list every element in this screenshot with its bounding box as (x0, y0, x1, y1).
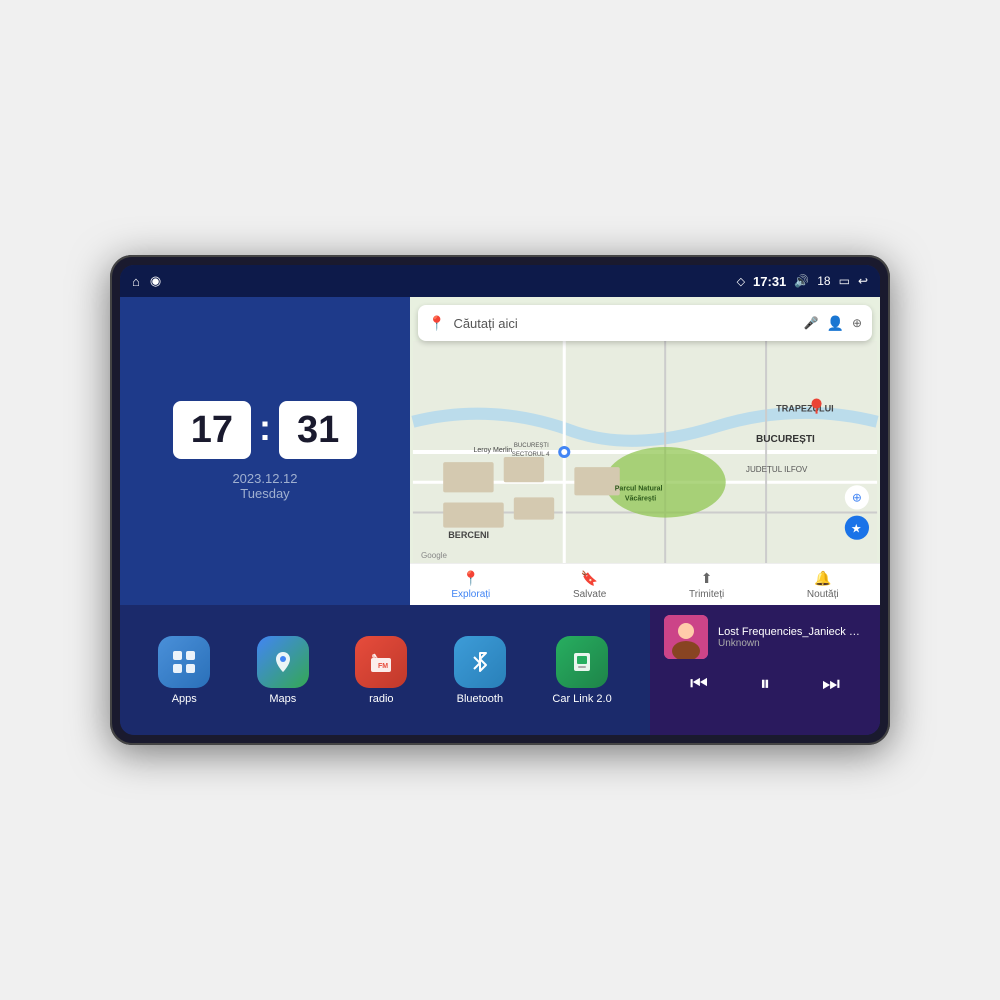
layers-icon[interactable]: ⊕ (852, 316, 862, 330)
map-body[interactable]: TRAPEZULUI BUCUREȘTI JUDEȚUL ILFOV BERCE… (410, 341, 880, 563)
maps-nav-icon[interactable]: ◉ (150, 273, 161, 289)
next-button[interactable]: ⏭ (814, 671, 848, 698)
bottom-section: Apps Maps (120, 605, 880, 735)
radio-icon-bg: FM (355, 636, 407, 688)
bluetooth-label: Bluetooth (457, 693, 503, 705)
map-search-icons: 🎤 👤 ⊕ (804, 315, 862, 332)
prev-button[interactable]: ⏮ (682, 671, 716, 698)
svg-text:Văcărești: Văcărești (625, 495, 656, 502)
clock-minute: 31 (279, 401, 357, 459)
radio-label: radio (369, 693, 393, 705)
map-panel[interactable]: 📍 Căutați aici 🎤 👤 ⊕ (410, 297, 880, 605)
explore-icon: 📍 (462, 570, 479, 587)
music-panel: Lost Frequencies_Janieck Devy-... Unknow… (650, 605, 880, 735)
svg-text:BERCENI: BERCENI (448, 530, 489, 540)
maps-label: Maps (269, 693, 296, 705)
date-display: 2023.12.12 (232, 471, 297, 486)
share-icon: ⬆ (701, 570, 713, 587)
main-content: 17 : 31 2023.12.12 Tuesday 📍 Căutați aic… (120, 297, 880, 735)
day-display: Tuesday (232, 486, 297, 501)
map-nav-saved-label: Salvate (573, 589, 606, 600)
clock-panel: 17 : 31 2023.12.12 Tuesday (120, 297, 410, 605)
map-pin-icon: 📍 (428, 315, 445, 332)
app-icon-radio[interactable]: FM radio (355, 636, 407, 705)
app-icons-panel: Apps Maps (120, 605, 650, 735)
device-frame: ⌂ ◉ ◇ 17:31 🔊 18 ▭ ↩ 17 : (110, 255, 890, 745)
map-nav-news-label: Noutăți (807, 589, 839, 600)
apps-label: Apps (172, 693, 197, 705)
clock-hour: 17 (173, 401, 251, 459)
map-nav-share[interactable]: ⬆ Trimiteți (689, 570, 724, 600)
volume-level: 18 (817, 274, 830, 288)
status-left: ⌂ ◉ (132, 273, 161, 289)
svg-text:BUCUREȘTI: BUCUREȘTI (756, 434, 815, 445)
carlink-icon-bg (556, 636, 608, 688)
top-section: 17 : 31 2023.12.12 Tuesday 📍 Căutați aic… (120, 297, 880, 605)
location-icon: ◇ (737, 275, 745, 288)
status-right: ◇ 17:31 🔊 18 ▭ ↩ (737, 274, 868, 289)
svg-text:Google: Google (421, 551, 448, 560)
map-svg: TRAPEZULUI BUCUREȘTI JUDEȚUL ILFOV BERCE… (410, 341, 880, 563)
date-info: 2023.12.12 Tuesday (232, 471, 297, 501)
volume-icon: 🔊 (794, 274, 809, 288)
map-nav-saved[interactable]: 🔖 Salvate (573, 570, 606, 600)
map-search-input[interactable]: Căutați aici (453, 316, 795, 331)
music-title: Lost Frequencies_Janieck Devy-... (718, 626, 866, 638)
map-nav-explore-label: Explorați (451, 589, 490, 600)
app-icon-maps[interactable]: Maps (257, 636, 309, 705)
svg-text:TRAPEZULUI: TRAPEZULUI (776, 404, 834, 414)
maps-icon-bg (257, 636, 309, 688)
apps-icon-bg (158, 636, 210, 688)
status-bar: ⌂ ◉ ◇ 17:31 🔊 18 ▭ ↩ (120, 265, 880, 297)
map-nav-explore[interactable]: 📍 Explorați (451, 570, 490, 600)
map-bottom-bar: 📍 Explorați 🔖 Salvate ⬆ Trimiteți 🔔 (410, 563, 880, 605)
svg-text:JUDEȚUL ILFOV: JUDEȚUL ILFOV (746, 465, 808, 474)
map-nav-news[interactable]: 🔔 Noutăți (807, 570, 839, 600)
app-icon-bluetooth[interactable]: Bluetooth (454, 636, 506, 705)
back-icon[interactable]: ↩ (858, 274, 868, 288)
map-nav-share-label: Trimiteți (689, 589, 724, 600)
saved-icon: 🔖 (581, 570, 598, 587)
clock-display: 17 : 31 (173, 401, 358, 459)
svg-text:FM: FM (378, 663, 388, 670)
play-pause-button[interactable]: ⏸ (752, 671, 778, 698)
clock-colon: : (259, 407, 271, 449)
status-time: 17:31 (753, 274, 786, 289)
account-icon[interactable]: 👤 (827, 315, 844, 332)
app-icon-carlink[interactable]: Car Link 2.0 (552, 636, 611, 705)
bluetooth-icon-bg (454, 636, 506, 688)
home-icon[interactable]: ⌂ (132, 274, 140, 289)
svg-text:BUCUREȘTI: BUCUREȘTI (514, 443, 549, 449)
svg-text:★: ★ (851, 522, 862, 536)
battery-icon: ▭ (839, 274, 850, 288)
music-album-art (664, 615, 708, 659)
svg-text:Leroy Merlin: Leroy Merlin (473, 447, 512, 454)
app-icon-apps[interactable]: Apps (158, 636, 210, 705)
map-search-bar[interactable]: 📍 Căutați aici 🎤 👤 ⊕ (418, 305, 872, 341)
news-icon: 🔔 (814, 570, 831, 587)
device-screen: ⌂ ◉ ◇ 17:31 🔊 18 ▭ ↩ 17 : (120, 265, 880, 735)
music-controls: ⏮ ⏸ ⏭ (664, 667, 866, 702)
music-artist: Unknown (718, 638, 866, 649)
music-info-row: Lost Frequencies_Janieck Devy-... Unknow… (664, 615, 866, 659)
svg-text:⊕: ⊕ (852, 490, 862, 504)
svg-text:SECTORUL 4: SECTORUL 4 (512, 452, 550, 458)
mic-icon[interactable]: 🎤 (804, 316, 819, 330)
music-text: Lost Frequencies_Janieck Devy-... Unknow… (718, 626, 866, 649)
carlink-label: Car Link 2.0 (552, 693, 611, 705)
svg-text:Parcul Natural: Parcul Natural (615, 485, 663, 492)
